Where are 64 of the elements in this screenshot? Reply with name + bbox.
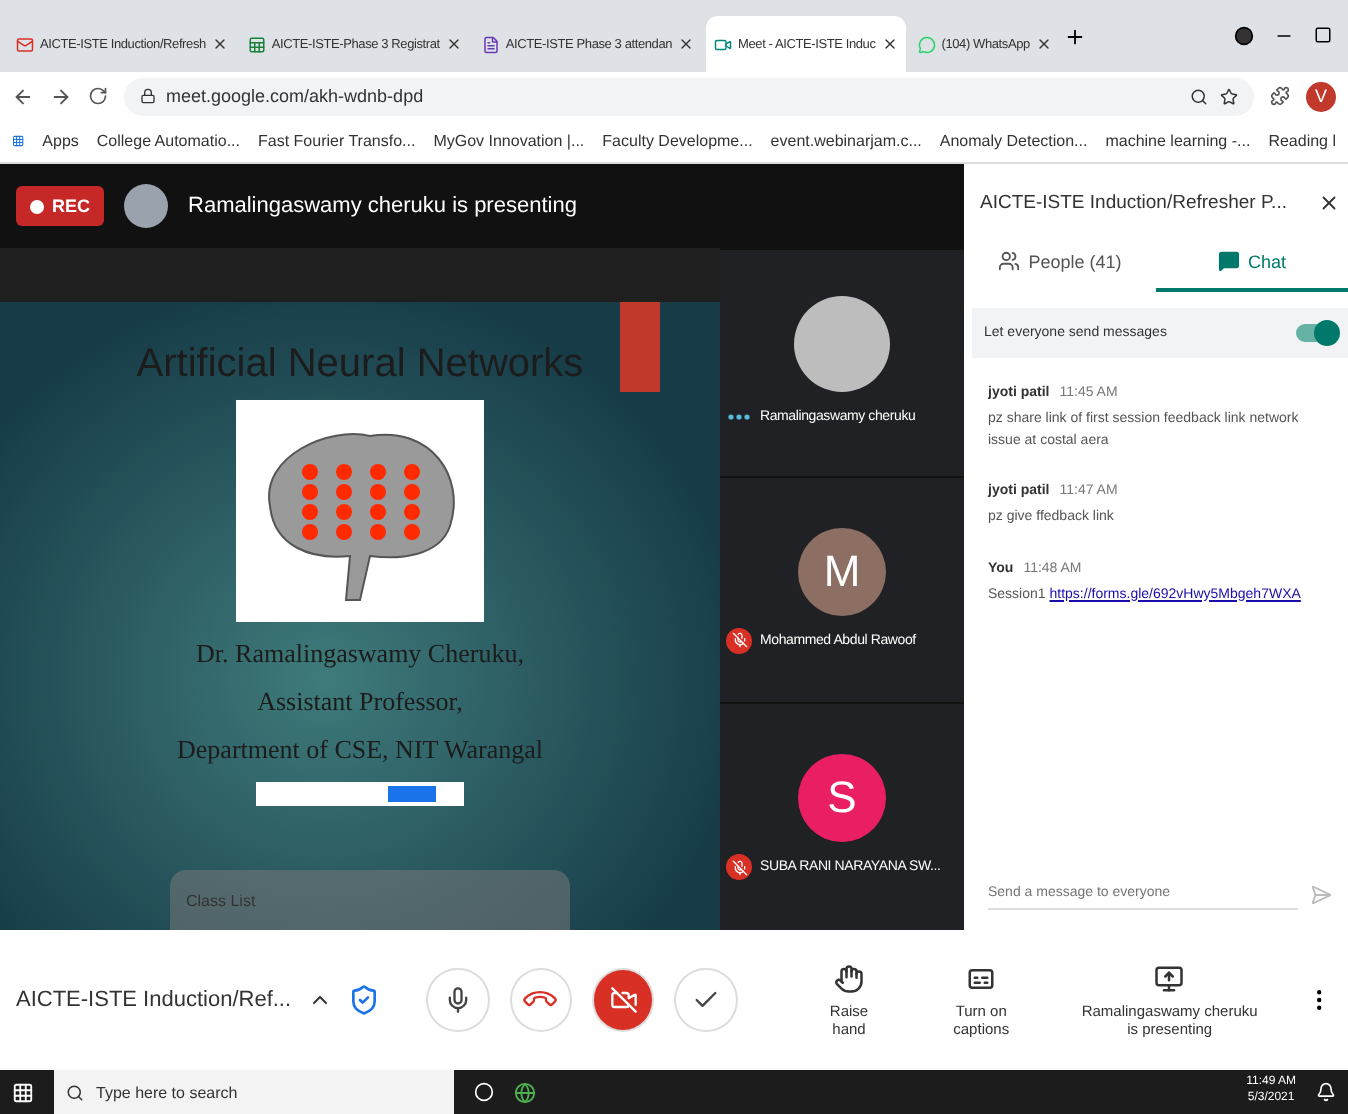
slide-text: Assistant Professor, [257, 686, 463, 718]
letter-avatar: S [798, 754, 886, 843]
maximize-icon[interactable] [1314, 26, 1332, 44]
camera-off-icon [609, 986, 638, 1014]
toggle-switch[interactable] [1296, 324, 1336, 342]
hand-icon [834, 963, 865, 993]
avatar-placeholder [794, 295, 890, 392]
close-icon[interactable] [445, 36, 462, 52]
reload-icon[interactable] [88, 86, 108, 106]
search-icon [66, 1083, 84, 1101]
taskbar-search[interactable]: Type here to search [54, 1070, 454, 1114]
mail-icon [16, 35, 34, 53]
back-icon[interactable] [12, 85, 34, 107]
bookmark[interactable]: MyGov Innovation |... [433, 132, 585, 150]
close-icon[interactable] [211, 36, 228, 52]
letter-avatar: M [798, 527, 886, 615]
forward-icon[interactable] [50, 85, 72, 107]
bookmark[interactable]: Fast Fourier Transfo... [258, 132, 416, 150]
check-button[interactable] [674, 968, 738, 1032]
bookmark[interactable]: Anomaly Detection... [939, 132, 1088, 150]
close-icon[interactable] [881, 36, 898, 52]
panel-tab[interactable]: People (41) [964, 234, 1156, 292]
camera-button[interactable] [592, 968, 655, 1032]
video-icon [714, 35, 733, 53]
reading-list[interactable]: Reading l [1268, 132, 1336, 150]
avatar-placeholder [124, 184, 169, 228]
profile-avatar[interactable]: V [1306, 81, 1336, 111]
close-icon[interactable] [1318, 192, 1340, 214]
bookmark[interactable]: Apps [42, 132, 79, 150]
apps-icon [12, 132, 25, 150]
meeting-name: AICTE-ISTE Induction/Ref... [16, 988, 292, 1012]
present-icon [1154, 963, 1185, 993]
bookmark[interactable]: event.webinarjam.c... [770, 132, 922, 150]
notification-icon[interactable] [1316, 1082, 1336, 1102]
hang-up-button[interactable] [509, 968, 572, 1032]
search-placeholder: Type here to search [96, 1083, 238, 1101]
slide-text: Department of CSE, NIT Warangal [177, 734, 543, 766]
start-icon[interactable] [12, 1081, 34, 1103]
shield-icon[interactable] [347, 984, 380, 1016]
extensions-icon[interactable] [1270, 86, 1290, 106]
panel-title: AICTE-ISTE Induction/Refresher P... [980, 192, 1287, 214]
panel-tab[interactable]: Chat [1156, 234, 1348, 292]
browser-icon[interactable] [514, 1081, 536, 1103]
bookmark[interactable]: machine learning -... [1105, 132, 1251, 150]
captions-icon [966, 963, 997, 993]
form-icon [481, 35, 500, 53]
overlay-panel: Class List [170, 870, 570, 930]
slide-accent-bar [620, 302, 660, 392]
bookmark[interactable]: College Automatio... [96, 132, 240, 150]
recording-badge: REC [16, 186, 105, 226]
new-tab-icon[interactable] [1063, 25, 1086, 47]
close-icon[interactable] [1035, 36, 1052, 52]
microphone-button[interactable] [426, 968, 490, 1032]
address-bar[interactable]: meet.google.com/akh-wdnb-dpd [124, 77, 1254, 115]
chat-icon [917, 35, 936, 53]
slide-text: Dr. Ramalingaswamy Cheruku, [196, 638, 524, 670]
people-icon [998, 250, 1021, 272]
circle-icon[interactable] [1234, 26, 1254, 46]
microphone-icon [444, 986, 473, 1014]
close-icon[interactable] [678, 36, 695, 52]
sheet-icon [247, 35, 266, 53]
chat-icon [1217, 250, 1240, 272]
bookmark[interactable]: Faculty Developme... [602, 132, 753, 150]
presenter-text: Ramalingaswamy cheruku is presenting [188, 194, 577, 218]
